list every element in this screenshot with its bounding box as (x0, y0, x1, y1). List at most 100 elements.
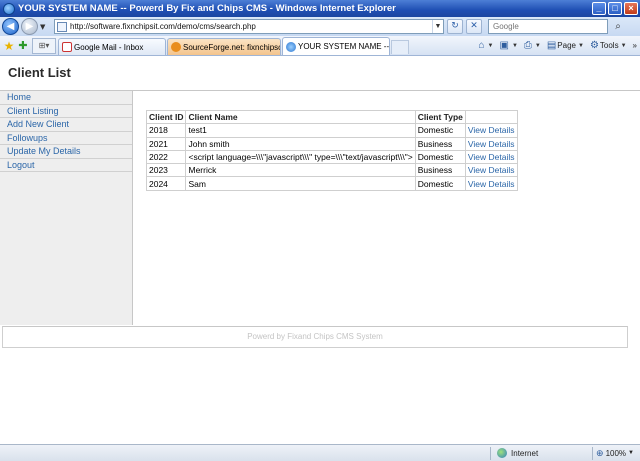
status-divider (592, 446, 594, 460)
sidebar-item-add-new-client[interactable]: Add New Client (0, 118, 132, 132)
page-title: Client List (8, 65, 71, 80)
add-favorite-icon[interactable]: ✚ (16, 37, 30, 55)
chevron-double-right-icon: » (632, 41, 637, 50)
zoom-level: 100% (605, 448, 627, 458)
tab-toolbar: ★ ✚ ⊞▾ Google Mail - Inbox SourceForge.n… (0, 36, 640, 56)
favorites-star-icon[interactable]: ★ (2, 37, 16, 55)
ie-logo-icon (3, 2, 15, 15)
minimize-button[interactable]: _ (592, 2, 606, 15)
feed-icon: ▣ (499, 40, 509, 51)
search-icon[interactable]: ⌕ (610, 19, 626, 34)
table-row: 2023 Merrick Business View Details (145, 163, 518, 178)
new-tab-button[interactable] (391, 40, 409, 54)
view-details-link[interactable]: View Details (464, 136, 518, 151)
gmail-icon (62, 42, 72, 52)
refresh-button[interactable]: ↻ (447, 19, 463, 34)
header-client-id: Client ID (145, 109, 187, 125)
security-zone[interactable]: Internet (494, 448, 589, 458)
globe-icon (497, 448, 508, 458)
tab-gmail[interactable]: Google Mail - Inbox (58, 38, 166, 55)
close-button[interactable]: × (624, 2, 638, 15)
address-toolbar: ◀ ▶ ▼ http://software.fixnchipsit.com/de… (0, 17, 640, 36)
sidebar-item-home[interactable]: Home (0, 91, 132, 105)
status-bar: Internet ⊕ 100% ▼ (0, 444, 640, 461)
table-header-row: Client ID Client Name Client Type (145, 109, 518, 125)
chevron-down-icon: ▼ (487, 42, 494, 49)
tools-menu-label: Tools (599, 41, 619, 50)
page-icon: ▤ (546, 40, 557, 51)
cell-client-id: 2023 (145, 163, 187, 178)
search-input[interactable] (488, 19, 608, 34)
window-title: YOUR SYSTEM NAME -- Powerd By Fix and Ch… (18, 3, 396, 14)
sidebar-item-update-my-details[interactable]: Update My Details (0, 145, 132, 159)
cell-client-name: <script language=\\\"javascript\\\" type… (185, 149, 416, 165)
cell-client-id: 2022 (145, 149, 187, 165)
page-footer: Powerd by Fixand Chips CMS System (2, 326, 628, 348)
cell-client-type: Business (414, 163, 466, 178)
status-divider (490, 446, 492, 460)
tab-label: YOUR SYSTEM NAME -- P... (298, 42, 390, 51)
history-dropdown-icon[interactable]: ▼ (40, 23, 48, 31)
tab-label: Google Mail - Inbox (74, 42, 144, 52)
gear-icon: ⚙ (589, 40, 599, 51)
header-client-name: Client Name (185, 109, 416, 125)
sidebar-item-followups[interactable]: Followups (0, 132, 132, 145)
page-content: Client List Home Client Listing Add New … (0, 57, 640, 444)
tab-label: SourceForge.net: fixnchipsc... (183, 42, 281, 52)
command-bar: ⌂ ▼ ▣ ▼ ⎙ ▼ ▤ Page ▼ ⚙ Tools ▼ » (472, 36, 640, 55)
cell-client-type: Business (414, 136, 466, 151)
zoom-control[interactable]: ⊕ 100% ▼ (596, 448, 640, 459)
cell-client-type: Domestic (414, 123, 466, 138)
cell-client-type: Domestic (414, 176, 466, 191)
header-client-type: Client Type (414, 109, 466, 125)
sidebar-nav: Home Client Listing Add New Client Follo… (0, 91, 133, 325)
address-url[interactable]: http://software.fixnchipsit.com/demo/cms… (70, 22, 432, 31)
client-table: Client ID Client Name Client Type 2018 t… (145, 109, 518, 191)
ie-page-icon (286, 41, 296, 52)
table-row: 2018 test1 Domestic View Details (145, 123, 518, 138)
home-button[interactable]: ⌂ ▼ (478, 40, 493, 51)
home-icon: ⌂ (478, 40, 485, 51)
sidebar-item-client-listing[interactable]: Client Listing (0, 105, 132, 118)
view-details-link[interactable]: View Details (464, 176, 518, 191)
zone-label: Internet (511, 448, 539, 458)
grid-icon: ⊞▾ (38, 41, 50, 50)
chevron-down-icon: ▼ (620, 42, 627, 49)
page-menu-label: Page (557, 41, 576, 50)
chevron-down-icon: ▼ (511, 42, 518, 49)
tab-sourceforge[interactable]: SourceForge.net: fixnchipsc... (167, 38, 281, 55)
view-details-link[interactable]: View Details (464, 123, 518, 138)
table-row: 2021 John smith Business View Details (145, 136, 518, 151)
arrow-left-icon: ◀ (6, 21, 15, 32)
address-bar[interactable]: http://software.fixnchipsit.com/demo/cms… (54, 19, 444, 34)
page-menu[interactable]: ▤ Page ▼ (547, 40, 584, 51)
print-button[interactable]: ⎙ ▼ (524, 40, 541, 51)
table-row: 2022 <script language=\\\"javascript\\\"… (145, 149, 518, 165)
forward-button[interactable]: ▶ (21, 18, 38, 35)
maximize-button[interactable]: □ (608, 2, 622, 15)
refresh-icon: ↻ (451, 21, 459, 31)
feeds-button[interactable]: ▣ ▼ (499, 40, 517, 51)
zoom-icon: ⊕ (596, 447, 604, 458)
cell-client-name: test1 (185, 123, 416, 138)
sidebar-item-logout[interactable]: Logout (0, 159, 132, 172)
stop-button[interactable]: ✕ (466, 19, 482, 34)
address-dropdown-icon[interactable]: ▼ (432, 20, 443, 33)
view-details-link[interactable]: View Details (464, 149, 518, 165)
page-icon (57, 21, 67, 32)
back-button[interactable]: ◀ (2, 18, 19, 35)
sourceforge-icon (171, 42, 181, 52)
toolbar-overflow-button[interactable]: » (633, 41, 637, 50)
table-row: 2024 Sam Domestic View Details (145, 176, 518, 191)
window-title-bar: YOUR SYSTEM NAME -- Powerd By Fix and Ch… (0, 0, 640, 17)
quick-tabs-button[interactable]: ⊞▾ (32, 38, 56, 54)
tab-your-system-name[interactable]: YOUR SYSTEM NAME -- P... × (282, 37, 390, 55)
view-details-link[interactable]: View Details (464, 163, 518, 178)
chevron-down-icon: ▼ (534, 42, 541, 49)
cell-client-id: 2024 (145, 176, 187, 191)
chevron-down-icon: ▼ (628, 450, 634, 456)
tools-menu[interactable]: ⚙ Tools ▼ (590, 40, 627, 51)
cell-client-id: 2021 (145, 136, 187, 151)
printer-icon: ⎙ (523, 40, 532, 51)
chevron-down-icon: ▼ (577, 42, 584, 49)
